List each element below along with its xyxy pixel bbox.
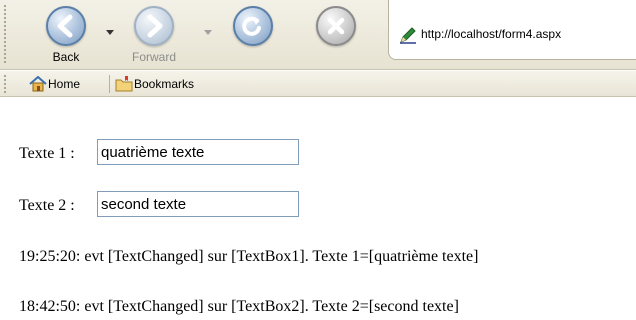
home-label: Home (48, 77, 81, 91)
navigation-toolbar: Back Forward http://localhost/form4.aspx (0, 0, 636, 70)
home-bookmark[interactable]: Home (29, 74, 80, 94)
back-history-dropdown[interactable] (106, 30, 114, 35)
bookmarks-grip[interactable] (3, 74, 7, 94)
texte1-input[interactable] (97, 139, 299, 165)
bookmarks-folder-icon (115, 76, 133, 92)
forward-label: Forward (131, 50, 176, 64)
back-arrow-icon (46, 6, 86, 46)
forward-history-dropdown[interactable] (204, 30, 212, 35)
back-label: Back (52, 50, 80, 64)
address-url[interactable]: http://localhost/form4.aspx (421, 27, 561, 41)
toolbar-grip[interactable] (3, 4, 7, 64)
back-button[interactable]: Back (36, 2, 96, 64)
bookmarks-menu[interactable]: Bookmarks (115, 74, 194, 94)
home-icon (29, 76, 47, 92)
forward-button[interactable]: Forward (124, 2, 184, 64)
stop-button[interactable] (306, 2, 366, 64)
log-line: 18:42:50: evt [TextChanged] sur [TextBox… (19, 298, 459, 315)
page-content: Texte 1 : Texte 2 : 19:25:20: evt [TextC… (0, 98, 636, 320)
refresh-icon (233, 6, 273, 46)
forward-arrow-icon (134, 6, 174, 46)
bookmarks-separator (109, 75, 110, 93)
bookmarks-label: Bookmarks (134, 77, 195, 91)
stop-icon (316, 6, 356, 46)
pencil-page-icon (400, 27, 416, 44)
address-bar[interactable]: http://localhost/form4.aspx (388, 0, 636, 60)
bookmarks-toolbar: Home Bookmarks (0, 71, 636, 97)
texte2-input[interactable] (97, 191, 299, 217)
log-line: 19:25:20: evt [TextChanged] sur [TextBox… (19, 248, 479, 265)
refresh-button[interactable] (223, 2, 283, 64)
texte1-label: Texte 1 : (19, 145, 75, 162)
texte2-label: Texte 2 : (19, 197, 75, 214)
